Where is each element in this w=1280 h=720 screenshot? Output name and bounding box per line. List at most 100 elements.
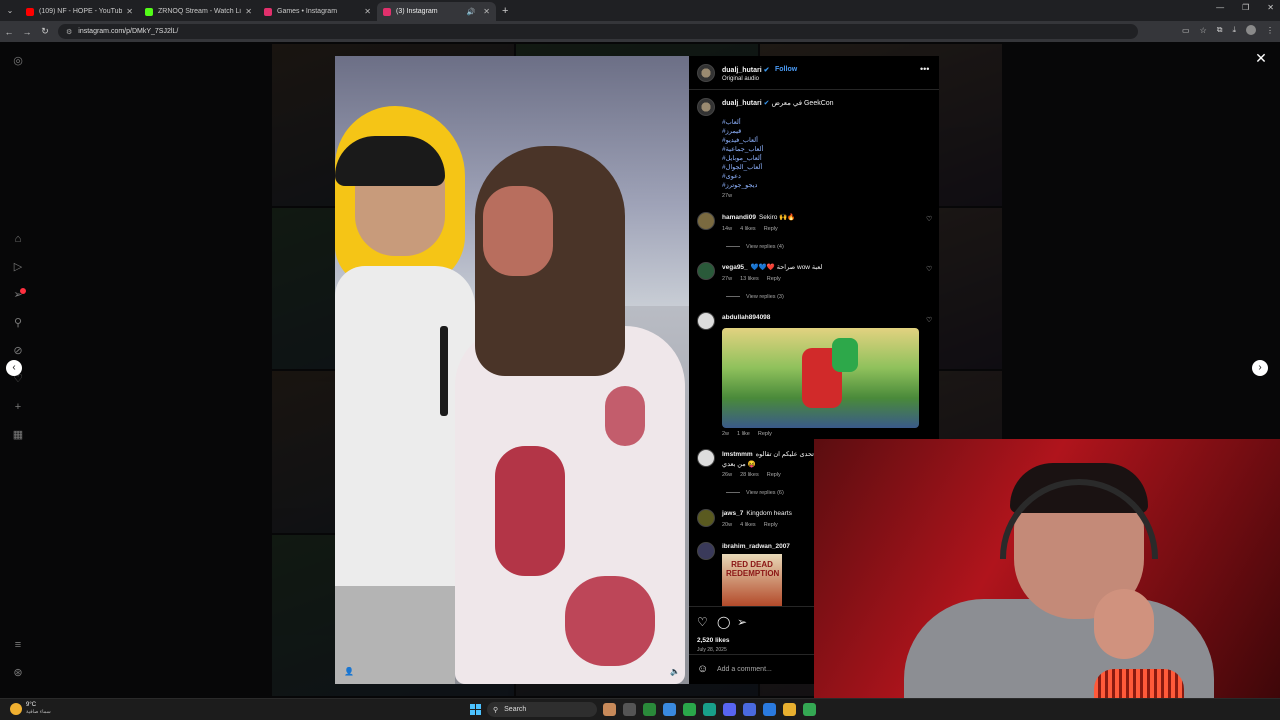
window-close-icon[interactable]: ✕ <box>1267 3 1274 12</box>
tab-kick[interactable]: ZRNOQ Stream - Watch Live o ✕ <box>139 2 258 21</box>
search-icon[interactable]: ⚲ <box>11 316 25 330</box>
profile-avatar[interactable] <box>1246 25 1256 35</box>
cast-icon[interactable]: ▭ <box>1182 26 1190 35</box>
menu-icon[interactable]: ≡ <box>11 638 25 652</box>
create-icon[interactable]: + <box>11 400 25 414</box>
author-username[interactable]: dualj_hutari ✔ <box>722 66 770 74</box>
browser-menu-icon[interactable]: ⋮ <box>1266 26 1274 35</box>
view-replies-button[interactable]: View replies (6) <box>726 490 784 496</box>
comment-like-heart-icon[interactable]: ♡ <box>926 265 932 273</box>
discord-icon[interactable] <box>723 703 736 716</box>
close-tab-icon[interactable]: ✕ <box>364 7 371 16</box>
reply-button[interactable]: Reply <box>764 226 778 232</box>
taskbar-search[interactable]: ⚲ Search <box>487 702 597 717</box>
close-icon[interactable]: ✕ <box>1253 50 1269 66</box>
next-post-icon[interactable]: › <box>1252 360 1268 376</box>
edge-icon[interactable] <box>663 703 676 716</box>
app-icon[interactable] <box>683 703 696 716</box>
share-icon[interactable]: ➢ <box>737 615 747 629</box>
reply-button[interactable]: Reply <box>767 472 781 478</box>
forward-icon[interactable]: → <box>18 27 36 37</box>
minimize-icon[interactable]: — <box>1216 3 1224 12</box>
post-caption: dualj_hutari ✔ في معرض GeekCon <box>722 100 834 107</box>
file-explorer-icon[interactable] <box>783 703 796 716</box>
user-tag-icon[interactable]: 👤 <box>343 666 355 678</box>
view-replies-button[interactable]: View replies (4) <box>726 244 784 250</box>
tab-youtube[interactable]: (109) NF - HOPE - YouTube ✕ <box>20 2 139 21</box>
app-icon[interactable] <box>703 703 716 716</box>
reels-icon[interactable]: ▷ <box>11 260 25 274</box>
close-tab-icon[interactable]: ✕ <box>483 7 490 16</box>
tab-instagram-games[interactable]: Games • Instagram ✕ <box>258 2 377 21</box>
hashtag[interactable]: #ديجو_جوترز <box>722 181 842 190</box>
comment-avatar[interactable] <box>697 542 715 560</box>
add-comment-input[interactable]: Add a comment... <box>717 666 772 673</box>
close-tab-icon[interactable]: ✕ <box>245 7 252 16</box>
app-icon[interactable] <box>743 703 756 716</box>
weather-widget[interactable]: 9°C سماء صافية <box>10 702 51 716</box>
reply-button[interactable]: Reply <box>758 431 772 437</box>
instagram-logo-icon[interactable]: ◎ <box>11 54 25 68</box>
hashtag[interactable]: #ألعاب_موبايل <box>722 154 842 163</box>
url-field[interactable]: ⚙ instagram.com/p/DMkY_7SJ2lL/ <box>58 24 1138 39</box>
close-tab-icon[interactable]: ✕ <box>126 7 133 16</box>
home-icon[interactable]: ⌂ <box>11 232 25 246</box>
comment-avatar[interactable] <box>697 312 715 330</box>
hashtag[interactable]: #ألعاب <box>722 118 842 127</box>
hashtag[interactable]: #دعوى <box>722 172 842 181</box>
new-tab-icon[interactable]: + <box>502 5 508 17</box>
comment-like-heart-icon[interactable]: ♡ <box>926 215 932 223</box>
heart-icon[interactable]: ♡ <box>697 615 708 629</box>
hashtag[interactable]: #ألعاب_جماعية <box>722 145 842 154</box>
view-replies-button[interactable]: View replies (3) <box>726 294 784 300</box>
reload-icon[interactable]: ↻ <box>36 26 54 37</box>
threads-icon[interactable]: ⊛ <box>11 666 25 680</box>
browser-icon[interactable] <box>763 703 776 716</box>
comment-avatar[interactable] <box>697 509 715 527</box>
site-info-icon[interactable]: ⚙ <box>66 28 72 36</box>
comment-icon[interactable]: ◯ <box>717 615 730 629</box>
search-icon: ⚲ <box>493 706 499 714</box>
notification-badge <box>20 288 26 294</box>
extensions-icon[interactable]: ⧉ <box>1217 25 1223 35</box>
hashtag[interactable]: #ألعاب_فيديو <box>722 136 842 145</box>
follow-button[interactable]: Follow <box>775 66 797 73</box>
chrome-icon[interactable] <box>643 703 656 716</box>
comment-like-heart-icon[interactable]: ♡ <box>926 316 932 324</box>
restore-icon[interactable]: ❐ <box>1242 3 1249 12</box>
caption-avatar[interactable] <box>697 98 715 116</box>
tab-instagram[interactable]: (3) Instagram 🔊 ✕ <box>377 2 496 21</box>
verified-icon: ✔ <box>763 100 770 107</box>
explore-icon[interactable]: ⊘ <box>11 344 25 358</box>
chrome-active-icon[interactable] <box>803 703 816 716</box>
dashboard-icon[interactable]: ▦ <box>11 428 25 442</box>
more-icon[interactable]: ••• <box>920 64 929 74</box>
comment-image[interactable]: RED DEAD REDEMPTION <box>722 554 782 606</box>
widget-app-icon[interactable] <box>603 703 616 716</box>
reply-button[interactable]: Reply <box>764 522 778 528</box>
task-view-icon[interactable] <box>623 703 636 716</box>
audio-label[interactable]: Original audio <box>722 76 759 82</box>
comment-avatar[interactable] <box>697 449 715 467</box>
comment-avatar[interactable] <box>697 262 715 280</box>
bookmark-star-icon[interactable]: ☆ <box>1200 26 1207 35</box>
downloads-icon[interactable]: ⤓ <box>1232 25 1236 35</box>
comment-avatar[interactable] <box>697 212 715 230</box>
post-video[interactable]: 👤 🔈 <box>335 56 689 684</box>
mute-icon[interactable]: 🔈 <box>669 666 681 678</box>
caption-username[interactable]: dualj_hutari <box>722 100 762 107</box>
address-bar-row: ← → ↻ ⚙ instagram.com/p/DMkY_7SJ2lL/ ▭ ☆… <box>0 21 1280 42</box>
comment-image[interactable] <box>722 328 919 428</box>
start-icon[interactable] <box>470 704 481 715</box>
comment-text: ibrahim_radwan_2007 <box>722 543 790 550</box>
emoji-icon[interactable]: ☺ <box>697 663 708 675</box>
reply-button[interactable]: Reply <box>767 276 781 282</box>
likes-count[interactable]: 2,520 likes <box>697 637 730 644</box>
author-avatar[interactable] <box>697 64 715 82</box>
back-icon[interactable]: ← <box>0 27 18 37</box>
audio-playing-icon[interactable]: 🔊 <box>467 8 476 16</box>
hashtag[interactable]: #قيمرز <box>722 127 842 136</box>
previous-post-icon[interactable]: ‹ <box>6 360 22 376</box>
hashtag[interactable]: #ألعاب_الجوال <box>722 163 842 172</box>
tab-search-icon[interactable]: ⌄ <box>0 0 20 21</box>
